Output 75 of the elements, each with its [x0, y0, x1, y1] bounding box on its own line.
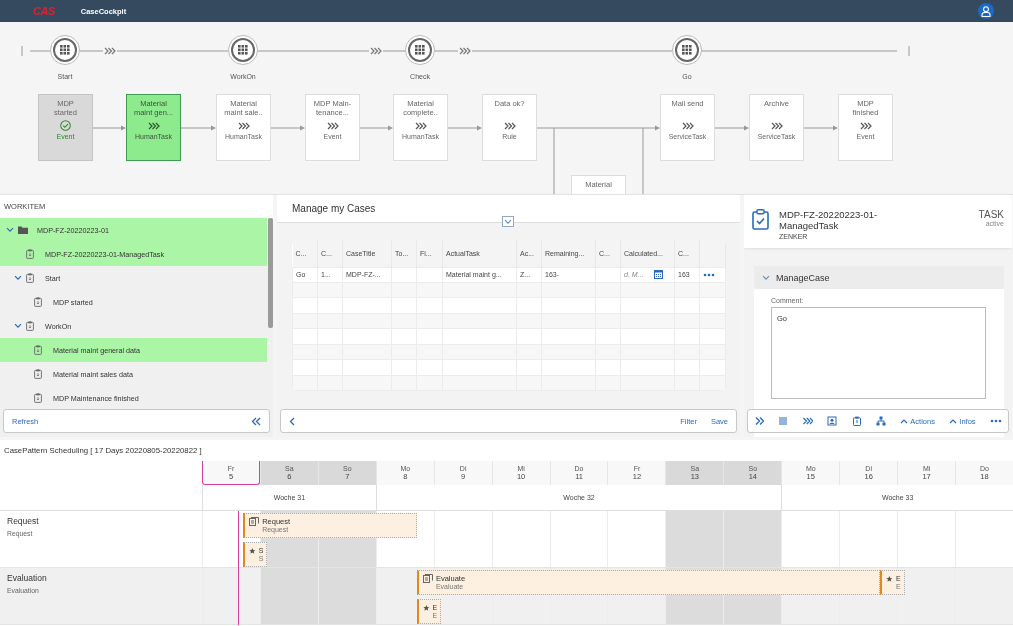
toolbar-button[interactable] — [827, 416, 838, 426]
chevrons-icon — [503, 121, 516, 130]
hierarchy-icon — [875, 416, 886, 426]
milestone-node[interactable] — [228, 35, 258, 65]
chevron-down-icon — [504, 218, 512, 225]
check-circle-icon — [60, 120, 71, 131]
clipboard-icon — [34, 369, 42, 379]
toolbar-button[interactable] — [851, 416, 862, 426]
chevrons-icon — [802, 416, 813, 426]
more-icon[interactable] — [703, 272, 715, 277]
clipboard-icon — [851, 416, 862, 426]
clipboard-icon — [26, 249, 34, 259]
milestone-node[interactable] — [405, 35, 435, 65]
clipboard-icon — [26, 273, 34, 283]
pattern-icon — [249, 517, 260, 526]
chevrons-icon — [147, 121, 160, 130]
chevrons-icon — [370, 47, 382, 55]
clipboard-icon — [34, 297, 42, 307]
chevrons-icon — [770, 121, 783, 130]
toolbar-button[interactable] — [875, 416, 886, 426]
clipboard-icon — [34, 393, 42, 403]
star-icon — [249, 546, 256, 556]
connector-arrow — [180, 125, 216, 131]
folder-icon — [18, 226, 28, 234]
more-button[interactable] — [990, 419, 1002, 423]
toolbar-button[interactable] — [754, 416, 764, 426]
clipboard-icon — [26, 321, 34, 331]
star-icon — [886, 574, 893, 584]
lane-title: Evaluation — [7, 573, 48, 583]
grid-icon — [60, 45, 70, 55]
connector-arrow — [92, 125, 126, 131]
double-chevron-left-icon — [251, 416, 261, 426]
logo: CAS — [33, 5, 55, 17]
contact-card-icon — [827, 416, 838, 426]
collapse-button[interactable] — [251, 416, 261, 426]
milestone-node[interactable] — [672, 35, 702, 65]
chevrons-icon — [681, 121, 694, 130]
chevrons-icon — [859, 121, 872, 130]
chevrons-icon — [459, 47, 471, 55]
chevrons-icon — [104, 47, 116, 55]
chevrons-icon — [414, 121, 427, 130]
chevrons-icon — [237, 121, 250, 130]
caret-up-icon — [949, 418, 958, 424]
grid-icon — [415, 45, 425, 55]
panel-title: Manage my Cases — [292, 203, 376, 214]
star-icon — [422, 603, 430, 613]
connector-arrow — [359, 125, 393, 131]
caret-up-icon — [900, 418, 909, 424]
chevron-down-icon — [14, 275, 22, 281]
milestone-node[interactable] — [50, 35, 80, 65]
back-button[interactable] — [289, 416, 295, 426]
section-header[interactable]: ManageCase — [754, 266, 1004, 289]
expand-button[interactable] — [502, 216, 514, 227]
clipboard-icon — [34, 345, 42, 355]
chevron-down-icon — [6, 227, 14, 233]
task-type: TASK — [978, 209, 1004, 220]
double-chevron-right-icon — [754, 416, 764, 426]
chevron-down-icon — [762, 274, 770, 281]
chevron-left-icon — [289, 416, 295, 426]
toolbar-button[interactable] — [802, 416, 813, 426]
calendar-icon[interactable] — [654, 270, 663, 279]
connector-arrow — [270, 125, 305, 131]
pattern-icon — [422, 574, 433, 583]
lane-title: Request — [7, 516, 40, 526]
grid-icon — [682, 45, 692, 55]
chevron-down-icon — [14, 323, 22, 329]
chevrons-icon — [326, 121, 339, 130]
connector-arrow — [803, 125, 838, 131]
clipboard-check-icon — [752, 209, 769, 230]
user-button[interactable] — [978, 3, 994, 19]
user-icon — [981, 5, 991, 17]
connector-arrow — [447, 125, 482, 131]
connector-arrow — [714, 125, 749, 131]
grid-icon — [238, 45, 248, 55]
task-title: MDP-FZ-20220223-01-ManagedTask — [779, 209, 879, 231]
